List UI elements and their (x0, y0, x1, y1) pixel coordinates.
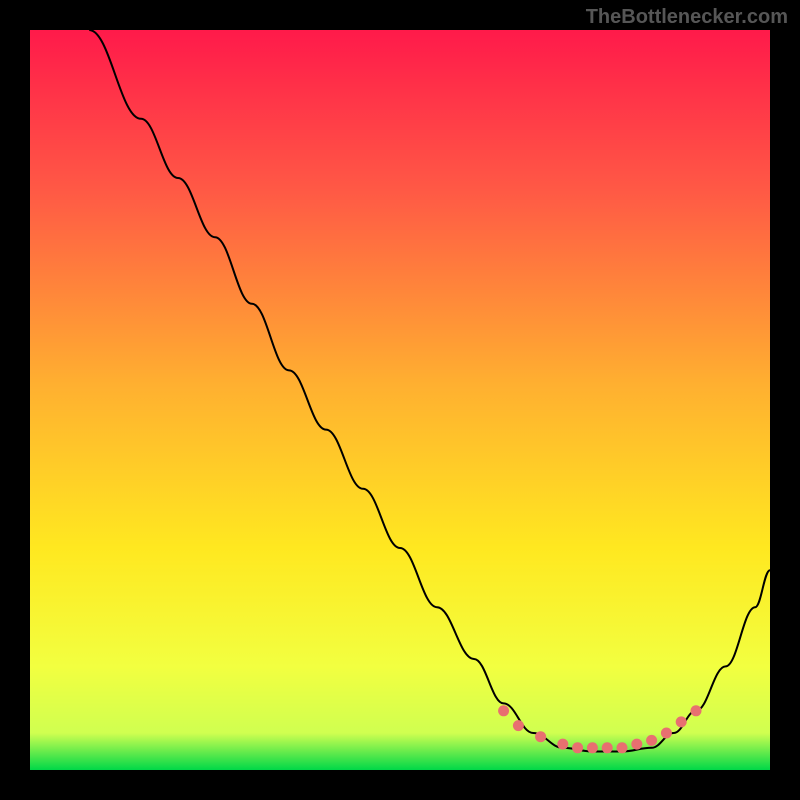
data-dot (661, 728, 672, 739)
data-dot (691, 705, 702, 716)
data-dot (676, 716, 687, 727)
data-dot (572, 742, 583, 753)
data-dot (535, 731, 546, 742)
attribution-text: TheBottlenecker.com (586, 6, 788, 29)
chart-plot-area (30, 30, 770, 770)
data-dot (617, 742, 628, 753)
gradient-background (30, 30, 770, 770)
data-dot (498, 705, 509, 716)
data-dot (587, 742, 598, 753)
data-dot (513, 720, 524, 731)
chart-svg (30, 30, 770, 770)
data-dot (631, 739, 642, 750)
data-dot (646, 735, 657, 746)
data-dot (602, 742, 613, 753)
data-dot (557, 739, 568, 750)
